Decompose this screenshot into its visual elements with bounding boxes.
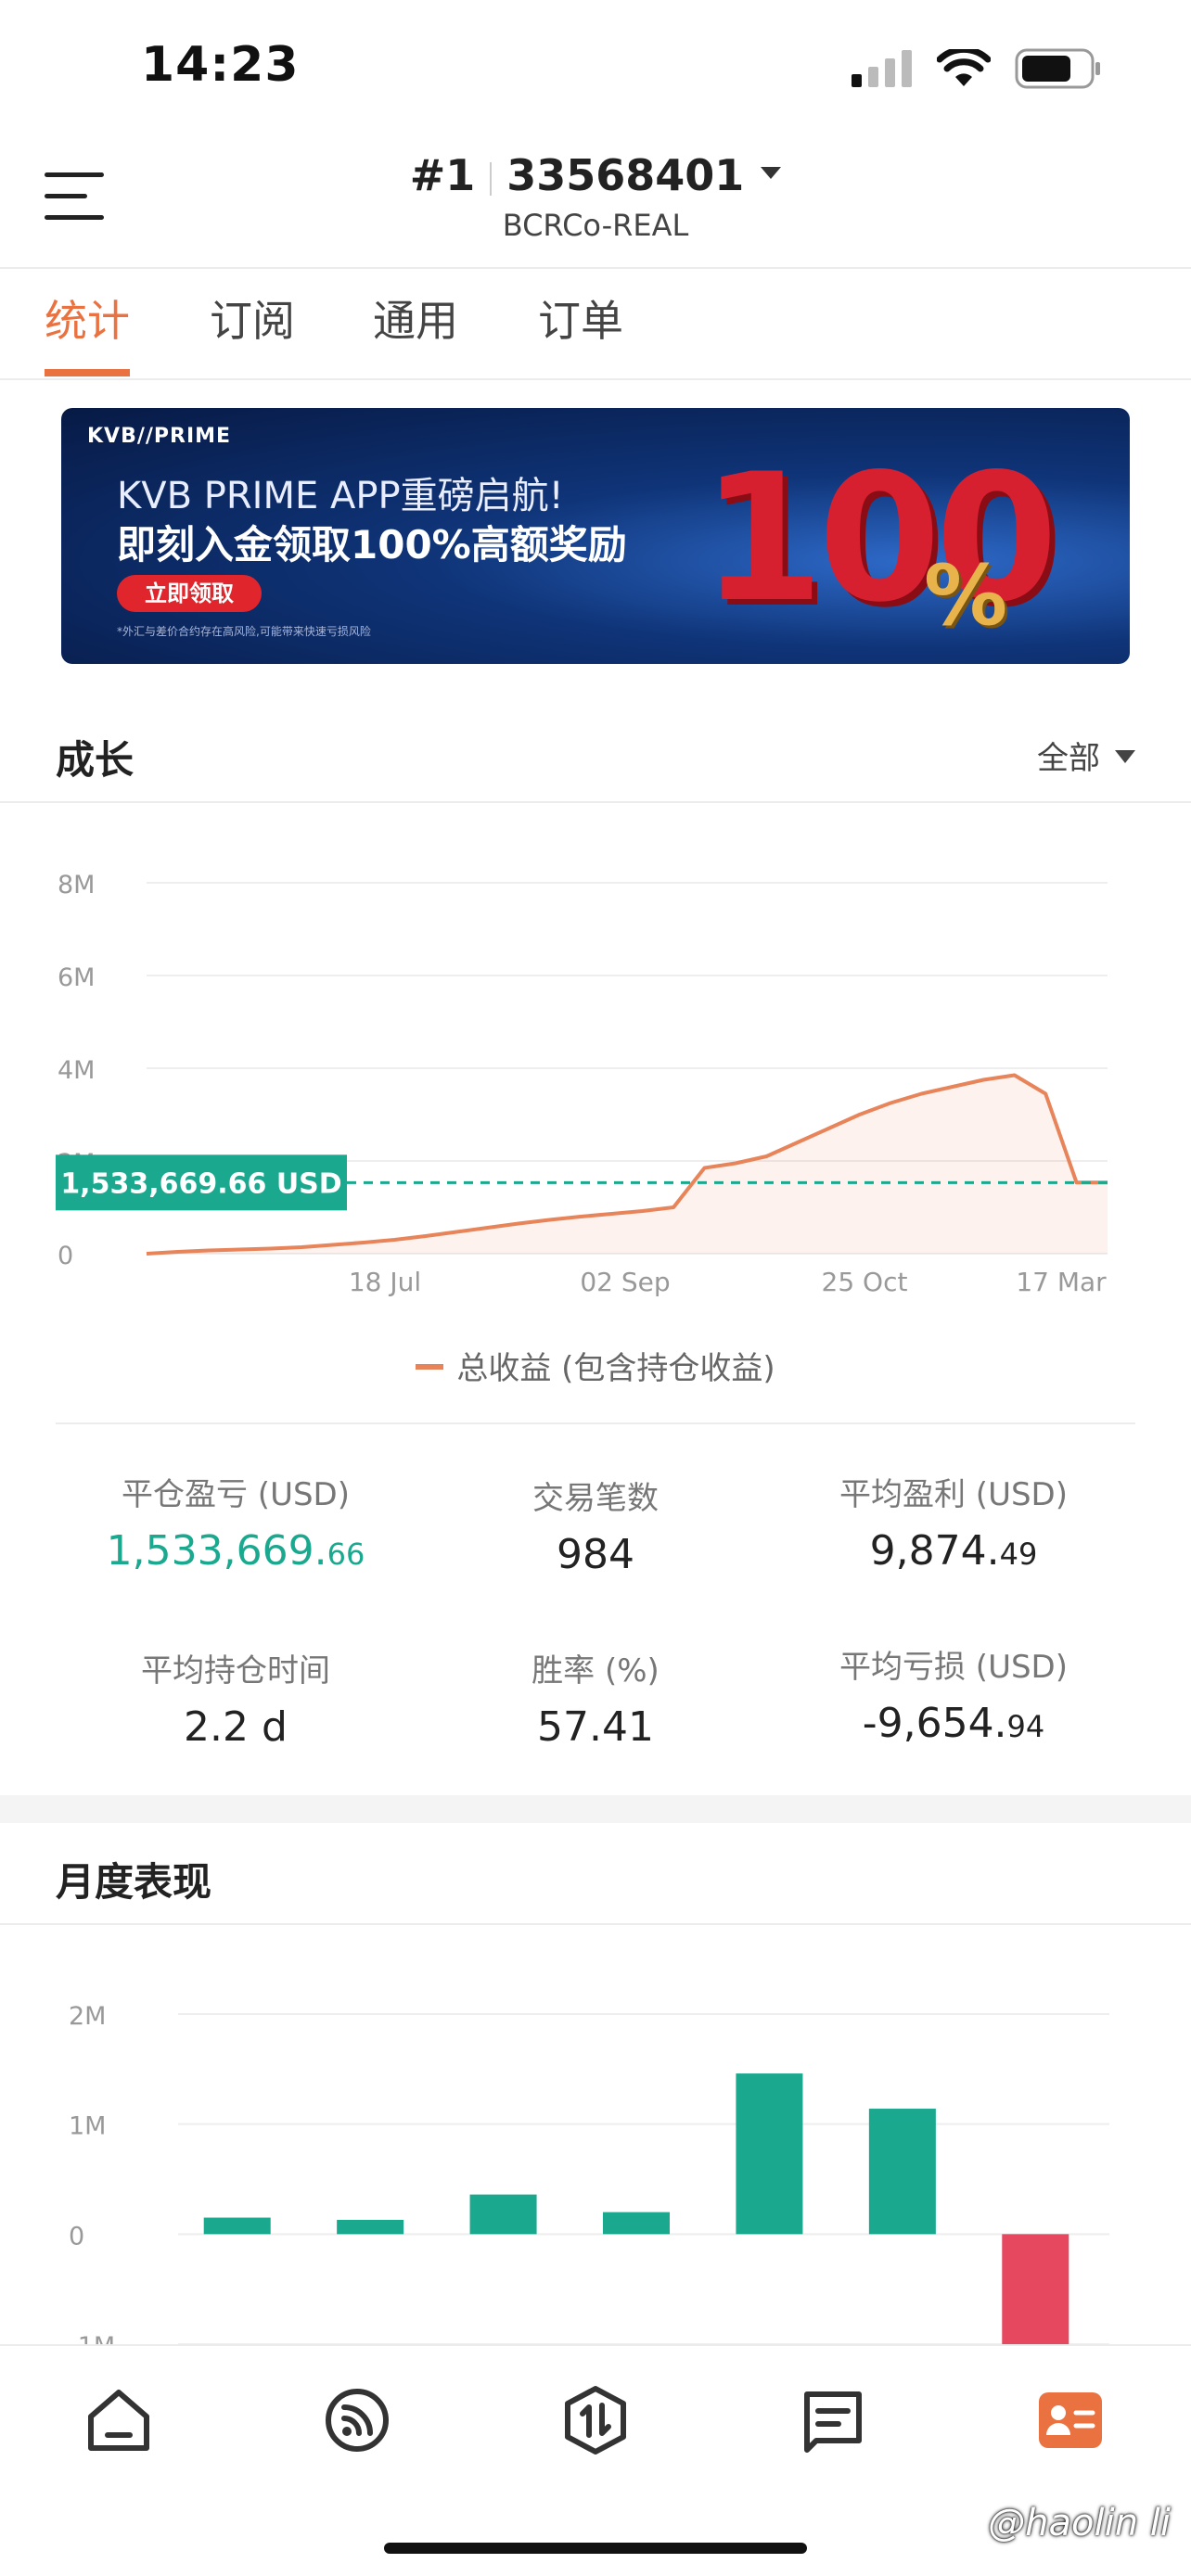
stat-label: 平均盈利 (USD) <box>839 1476 1068 1513</box>
y-tick-label: 2M <box>69 2002 106 2031</box>
monthly-bar <box>1002 2234 1069 2346</box>
y-tick-label: 6M <box>58 963 95 992</box>
tab-general[interactable]: 通用 <box>373 287 458 369</box>
section-gap <box>0 1795 1191 1823</box>
x-tick-label: 25 Oct <box>822 1267 908 1297</box>
nav-home[interactable] <box>82 2383 156 2457</box>
x-tick-label: 18 Jul <box>349 1267 421 1297</box>
banner-logo: KVB//PRIME <box>87 425 232 448</box>
growth-legend: 总收益 (包含持仓收益) <box>0 1343 1191 1388</box>
watermark: @haolin li <box>988 2502 1171 2544</box>
y-tick-label: 0 <box>69 2222 84 2251</box>
monthly-bar <box>469 2194 537 2235</box>
stats-grid: 平仓盈亏 (USD) 1,533,669.66 交易笔数 984 平均盈利 (U… <box>0 1447 1191 1799</box>
monthly-bar <box>868 2109 936 2235</box>
stat-avg-hold-time: 平均持仓时间 2.2 d <box>41 1645 430 1751</box>
banner-headline: KVB PRIME APP重磅启航! <box>117 475 564 517</box>
y-tick-label: 4M <box>58 1056 95 1085</box>
current-value-label: 1,533,669.66 USD <box>60 1167 341 1200</box>
promo-banner[interactable]: KVB//PRIME KVB PRIME APP重磅启航! 即刻入金领取100%… <box>61 408 1130 664</box>
growth-section-header: 成长 全部 <box>0 701 1191 803</box>
banner-claim-button[interactable]: 立即领取 <box>117 575 262 612</box>
growth-chart: 02M4M6M8M18 Jul02 Sep25 Oct17 Mar1,533,6… <box>56 871 1108 1297</box>
status-bar: 14:23 <box>0 0 1191 130</box>
tab-stats[interactable]: 统计 <box>45 287 130 376</box>
legend-swatch <box>416 1363 444 1370</box>
caret-down-icon <box>761 167 782 179</box>
home-icon <box>88 2390 149 2451</box>
nav-feed[interactable] <box>320 2383 394 2457</box>
growth-title: 成长 <box>56 737 134 783</box>
banner-percent: % <box>924 547 1008 644</box>
top-tabs: 统计 订阅 通用 订单 <box>0 269 1191 380</box>
x-tick-label: 17 Mar <box>1016 1267 1107 1297</box>
stat-value: 984 <box>557 1531 634 1578</box>
monthly-bar <box>203 2217 271 2235</box>
stat-label: 平仓盈亏 (USD) <box>122 1476 350 1513</box>
legend-label: 总收益 (包含持仓收益) <box>456 1350 775 1387</box>
wifi-icon <box>937 49 991 86</box>
stats-divider <box>56 1422 1135 1424</box>
stat-closed-pnl: 平仓盈亏 (USD) 1,533,669.66 <box>41 1469 430 1575</box>
feed-icon <box>326 2389 389 2452</box>
title-separator <box>490 161 493 196</box>
tab-subscribe[interactable]: 订阅 <box>210 287 295 369</box>
home-indicator <box>384 2543 807 2554</box>
account-icon <box>1039 2392 1102 2448</box>
cellular-signal-icon <box>852 50 912 87</box>
stat-label: 交易笔数 <box>532 1480 659 1517</box>
bottom-nav: @haolin li <box>0 2344 1191 2576</box>
stat-value: 2.2 d <box>184 1703 288 1751</box>
monthly-bar <box>603 2212 670 2235</box>
y-tick-label: 8M <box>58 871 95 899</box>
status-icons <box>852 48 1102 89</box>
range-value: 全部 <box>1037 740 1100 777</box>
caret-down-icon <box>1115 749 1135 763</box>
nav-news[interactable] <box>796 2383 870 2457</box>
monthly-bar <box>337 2219 404 2235</box>
monthly-section-header: 月度表现 <box>0 1823 1191 1925</box>
stat-value: 1,533,669.66 <box>106 1527 365 1575</box>
y-tick-label: 1M <box>69 2112 106 2141</box>
trade-icon <box>565 2386 626 2455</box>
stat-value: 9,874.49 <box>869 1527 1038 1575</box>
stat-label: 平均亏损 (USD) <box>839 1649 1068 1686</box>
stat-label: 胜率 (%) <box>531 1652 660 1690</box>
account-selector[interactable]: #1 33568401 <box>0 150 1191 200</box>
stat-value: -9,654.94 <box>862 1700 1045 1747</box>
stat-trade-count: 交易笔数 984 <box>401 1473 790 1578</box>
news-icon <box>804 2391 862 2453</box>
banner-subheadline: 即刻入金领取100%高额奖励 <box>117 522 627 567</box>
monthly-chart: -1M01M2M <box>69 2002 1109 2346</box>
monthly-title: 月度表现 <box>56 1859 212 1905</box>
banner-disclaimer: *外汇与差价合约存在高风险,可能带来快速亏损风险 <box>117 625 371 638</box>
account-id: 33568401 <box>506 150 745 200</box>
account-header: #1 33568401 BCRCo-REAL <box>0 130 1191 269</box>
range-dropdown[interactable]: 全部 <box>1037 733 1135 778</box>
stat-win-rate: 胜率 (%) 57.41 <box>401 1645 790 1751</box>
status-time: 14:23 <box>141 37 300 93</box>
nav-trade[interactable] <box>558 2383 633 2457</box>
account-number: #1 <box>409 150 476 200</box>
stat-label: 平均持仓时间 <box>141 1652 330 1690</box>
stat-avg-profit: 平均盈利 (USD) 9,874.49 <box>759 1469 1148 1575</box>
server-name: BCRCo-REAL <box>502 208 689 243</box>
tab-orders[interactable]: 订单 <box>538 287 623 369</box>
battery-icon <box>1015 48 1100 89</box>
nav-account[interactable] <box>1033 2383 1108 2457</box>
y-tick-label: 0 <box>58 1242 73 1270</box>
x-tick-label: 02 Sep <box>580 1267 670 1297</box>
stat-value: 57.41 <box>537 1703 654 1751</box>
stat-avg-loss: 平均亏损 (USD) -9,654.94 <box>759 1641 1148 1747</box>
monthly-bar <box>736 2073 803 2235</box>
